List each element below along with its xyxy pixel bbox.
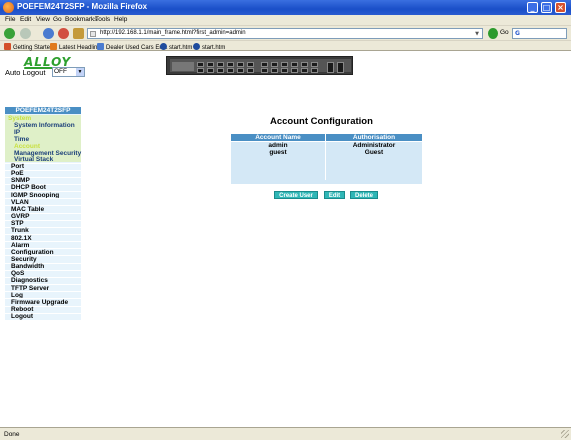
table-row-empty	[231, 156, 422, 163]
column-header-authorisation: Authorisation	[326, 134, 422, 141]
go-icon[interactable]	[488, 28, 498, 39]
firefox-icon	[4, 43, 11, 50]
switch-port	[237, 62, 244, 67]
bookmark-start-1[interactable]: start.htm	[160, 43, 192, 51]
chevron-down-icon: ▼	[76, 68, 84, 76]
page-title: Account Configuration	[270, 116, 373, 127]
menu-file[interactable]: File	[5, 16, 15, 23]
table-row-empty	[231, 163, 422, 170]
auto-logout-select[interactable]: OFF ▼	[52, 67, 85, 77]
switch-port	[227, 68, 234, 73]
sidebar: POEFEM24T2SFP System System Information …	[5, 107, 81, 320]
menu-edit[interactable]: Edit	[20, 16, 31, 23]
auto-logout-label: Auto Logout	[5, 68, 46, 77]
home-icon[interactable]	[73, 28, 84, 39]
switch-port	[271, 62, 278, 67]
switch-port	[271, 68, 278, 73]
menu-tools[interactable]: Tools	[95, 16, 110, 23]
resize-grip[interactable]	[561, 430, 569, 438]
sidebar-group-system: System System Information IP Time Accoun…	[5, 115, 81, 163]
menu-bookmarks[interactable]: Bookmarks	[65, 16, 98, 23]
bookmark-start-2[interactable]: start.htm	[193, 43, 225, 51]
globe-icon	[160, 43, 167, 50]
switch-front-panel-image	[166, 56, 353, 75]
switch-port	[227, 62, 234, 67]
url-text: http://192.168.1.1/main_frame.html?first…	[100, 30, 246, 36]
edit-button[interactable]: Edit	[324, 191, 345, 199]
switch-sfp-port	[337, 62, 344, 73]
reload-icon[interactable]	[43, 28, 54, 39]
address-bar[interactable]: http://192.168.1.1/main_frame.html?first…	[87, 28, 483, 39]
bookmarks-toolbar: Getting Started Latest Headlines Dealer …	[0, 40, 571, 51]
table-row[interactable]: admin Administrator	[231, 142, 422, 149]
go-button[interactable]: Go	[500, 29, 509, 36]
sidebar-item-account[interactable]: Account	[14, 143, 40, 150]
switch-port	[197, 68, 204, 73]
google-icon: G	[515, 30, 520, 37]
rss-icon	[50, 43, 57, 50]
sidebar-item-system-information[interactable]: System Information	[14, 122, 75, 129]
bookmark-getting-started[interactable]: Getting Started	[4, 43, 53, 51]
window-title-bar: POEFEM24T2SFP - Mozilla Firefox _ □ ×	[0, 0, 571, 15]
switch-port	[281, 68, 288, 73]
switch-port	[197, 62, 204, 67]
maximize-button[interactable]: □	[541, 2, 552, 13]
column-header-account-name: Account Name	[231, 134, 325, 141]
menu-bar: File Edit View Go Bookmarks Tools Help	[0, 15, 571, 25]
minimize-button[interactable]: _	[527, 2, 538, 13]
window-title: POEFEM24T2SFP - Mozilla Firefox	[17, 2, 148, 11]
page-content: ALLOY Auto Logout OFF ▼ POEFEM24T2SFP Sy…	[0, 51, 571, 427]
switch-port	[207, 62, 214, 67]
bookmark-dealer-used-cars[interactable]: Dealer Used Cars En...	[97, 43, 168, 51]
stop-icon[interactable]	[58, 28, 69, 39]
switch-port	[247, 62, 254, 67]
search-input[interactable]: G	[512, 28, 567, 39]
switch-port	[311, 62, 318, 67]
table-row[interactable]: guest Guest	[231, 149, 422, 156]
page-icon	[90, 31, 96, 37]
sidebar-title: POEFEM24T2SFP	[5, 107, 81, 114]
sidebar-item-logout[interactable]: Logout	[11, 313, 33, 320]
globe-icon	[193, 43, 200, 50]
switch-port	[217, 68, 224, 73]
chevron-down-icon[interactable]: ▼	[473, 30, 481, 38]
switch-sfp-port	[327, 62, 334, 73]
sidebar-item-time[interactable]: Time	[14, 136, 29, 143]
firefox-icon	[3, 2, 14, 13]
delete-button[interactable]: Delete	[350, 191, 378, 199]
bookmark-latest-headlines[interactable]: Latest Headlines	[50, 43, 104, 51]
switch-port	[291, 62, 298, 67]
close-button[interactable]: ×	[555, 2, 566, 13]
sidebar-item-system[interactable]: System	[8, 115, 31, 122]
switch-port	[247, 68, 254, 73]
menu-help[interactable]: Help	[114, 16, 127, 23]
table-row-empty	[231, 170, 422, 177]
sidebar-item-ip[interactable]: IP	[14, 129, 20, 136]
switch-port	[261, 68, 268, 73]
switch-port	[301, 62, 308, 67]
navigation-toolbar: http://192.168.1.1/main_frame.html?first…	[0, 25, 571, 40]
switch-port	[217, 62, 224, 67]
switch-port	[261, 62, 268, 67]
menu-view[interactable]: View	[36, 16, 50, 23]
status-bar: Done	[0, 427, 571, 440]
page-icon	[97, 43, 104, 50]
create-user-button[interactable]: Create User	[274, 191, 318, 199]
switch-port	[311, 68, 318, 73]
back-icon[interactable]	[4, 28, 15, 39]
status-text: Done	[4, 431, 20, 438]
switch-port	[301, 68, 308, 73]
forward-icon[interactable]	[20, 28, 31, 39]
switch-port	[281, 62, 288, 67]
switch-port	[237, 68, 244, 73]
switch-port	[207, 68, 214, 73]
switch-port	[291, 68, 298, 73]
menu-go[interactable]: Go	[53, 16, 62, 23]
table-row-empty	[231, 177, 422, 184]
